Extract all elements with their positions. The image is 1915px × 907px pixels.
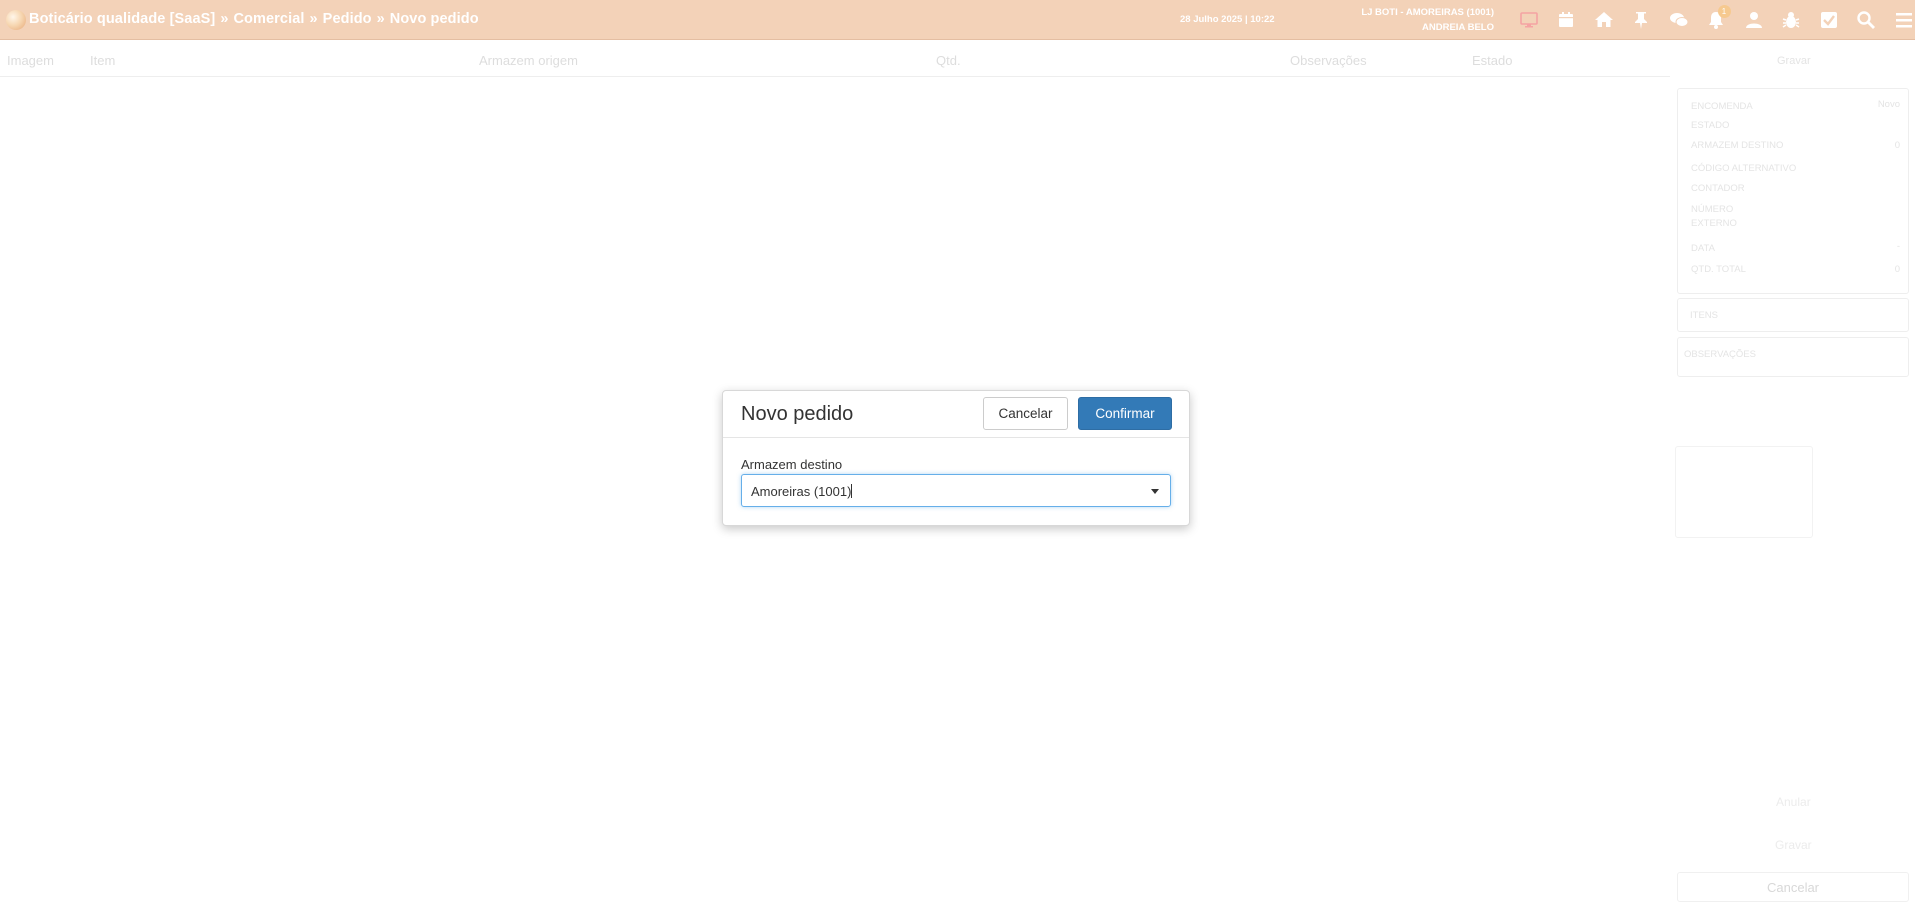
monitor-icon[interactable] bbox=[1510, 0, 1548, 40]
search-icon[interactable] bbox=[1848, 0, 1886, 40]
void-button[interactable]: Anular bbox=[1776, 795, 1811, 809]
breadcrumb: Boticário qualidade [SaaS]» Comercial» Ped… bbox=[29, 11, 479, 27]
home-icon[interactable] bbox=[1585, 0, 1623, 40]
notification-count-badge: 1 bbox=[1717, 5, 1731, 18]
save-top-button[interactable]: Gravar bbox=[1777, 55, 1811, 67]
pin-icon[interactable] bbox=[1623, 0, 1661, 40]
destination-warehouse-select[interactable]: Amoreiras (1001) bbox=[741, 474, 1171, 507]
items-section-label: Itens bbox=[1690, 310, 1718, 321]
detail-label-total-qty: Qtd. total bbox=[1691, 264, 1746, 275]
panel-cancel-button[interactable]: Cancelar bbox=[1677, 872, 1909, 902]
breadcrumb-separator: » bbox=[220, 11, 229, 27]
dialog-title: Novo pedido bbox=[741, 403, 854, 425]
detail-label-status: Estado bbox=[1691, 120, 1730, 131]
bell-icon[interactable]: 1 bbox=[1698, 0, 1736, 40]
column-header-origin-warehouse[interactable]: Armazem origem bbox=[479, 53, 578, 68]
save-bottom-button[interactable]: Gravar bbox=[1775, 838, 1812, 852]
breadcrumb-item-app[interactable]: Boticário qualidade [SaaS] bbox=[29, 11, 215, 27]
detail-value-total-qty: 0 bbox=[1894, 264, 1900, 275]
detail-value-destination: 0 bbox=[1894, 140, 1900, 151]
text-cursor bbox=[851, 484, 853, 498]
detail-value-order: Novo bbox=[1877, 99, 1900, 110]
cancel-button[interactable]: Cancelar bbox=[983, 397, 1068, 430]
confirm-button[interactable]: Confirmar bbox=[1078, 397, 1172, 430]
new-order-dialog: Novo pedido Cancelar Confirmar Armazem d… bbox=[722, 390, 1190, 526]
current-datetime: 28 Julho 2025 | 10:22 bbox=[1180, 14, 1275, 25]
store-name: LJ BOTI - AMOREIRAS (1001) bbox=[1361, 7, 1494, 18]
column-header-item[interactable]: Item bbox=[90, 53, 115, 68]
breadcrumb-separator: » bbox=[309, 11, 318, 27]
notes-section-label: Observações bbox=[1684, 349, 1756, 360]
detail-label-date: Data bbox=[1691, 243, 1715, 254]
column-header-quantity[interactable]: Qtd. bbox=[936, 53, 961, 68]
chevron-down-icon[interactable] bbox=[1151, 489, 1159, 494]
breadcrumb-item-comercial[interactable]: Comercial bbox=[233, 11, 304, 27]
checkbox-icon[interactable] bbox=[1810, 0, 1848, 40]
notes-textarea[interactable] bbox=[1675, 446, 1813, 538]
detail-label-destination: Armazem destino bbox=[1691, 140, 1784, 151]
top-bar: Boticário qualidade [SaaS]» Comercial» Ped… bbox=[0, 0, 1915, 40]
calendar-icon[interactable] bbox=[1548, 0, 1586, 40]
user-name: ANDREIA BELO bbox=[1422, 22, 1494, 33]
detail-label-external-number: Número externo bbox=[1691, 204, 1737, 229]
detail-label-order: Encomenda bbox=[1691, 101, 1753, 112]
column-header-status[interactable]: Estado bbox=[1472, 53, 1512, 68]
destination-warehouse-value: Amoreiras (1001) bbox=[751, 484, 853, 499]
items-table-header: Imagem Item Armazem origem Qtd. Observaç… bbox=[0, 40, 1670, 77]
order-side-panel: Gravar Encomenda Novo Estado Armazem des… bbox=[1675, 40, 1915, 907]
detail-label-counter: Contador bbox=[1691, 183, 1745, 194]
column-header-notes[interactable]: Observações bbox=[1290, 53, 1367, 68]
breadcrumb-separator: » bbox=[376, 11, 385, 27]
detail-value-date: - bbox=[1896, 241, 1900, 252]
notes-section[interactable]: Observações bbox=[1677, 337, 1909, 377]
user-info[interactable]: LJ BOTI - AMOREIRAS (1001) ANDREIA BELO bbox=[1361, 5, 1494, 35]
items-section[interactable]: Itens bbox=[1677, 298, 1909, 332]
user-icon[interactable] bbox=[1735, 0, 1773, 40]
menu-icon[interactable] bbox=[1885, 0, 1915, 40]
dialog-header: Novo pedido Cancelar Confirmar bbox=[723, 391, 1189, 438]
bug-icon[interactable] bbox=[1773, 0, 1811, 40]
column-header-image[interactable]: Imagem bbox=[7, 53, 54, 68]
destination-warehouse-value-text: Amoreiras (1001) bbox=[751, 484, 852, 499]
topbar-icons: 1 bbox=[1510, 0, 1915, 40]
breadcrumb-item-current: Novo pedido bbox=[389, 11, 479, 27]
destination-warehouse-label: Armazem destino bbox=[741, 457, 843, 472]
order-details-card: Encomenda Novo Estado Armazem destino 0 … bbox=[1677, 88, 1909, 294]
breadcrumb-item-pedido[interactable]: Pedido bbox=[323, 11, 372, 27]
detail-label-alt-code: Código alternativo bbox=[1691, 163, 1797, 174]
app-logo[interactable] bbox=[6, 10, 26, 30]
chat-icon[interactable] bbox=[1660, 0, 1698, 40]
